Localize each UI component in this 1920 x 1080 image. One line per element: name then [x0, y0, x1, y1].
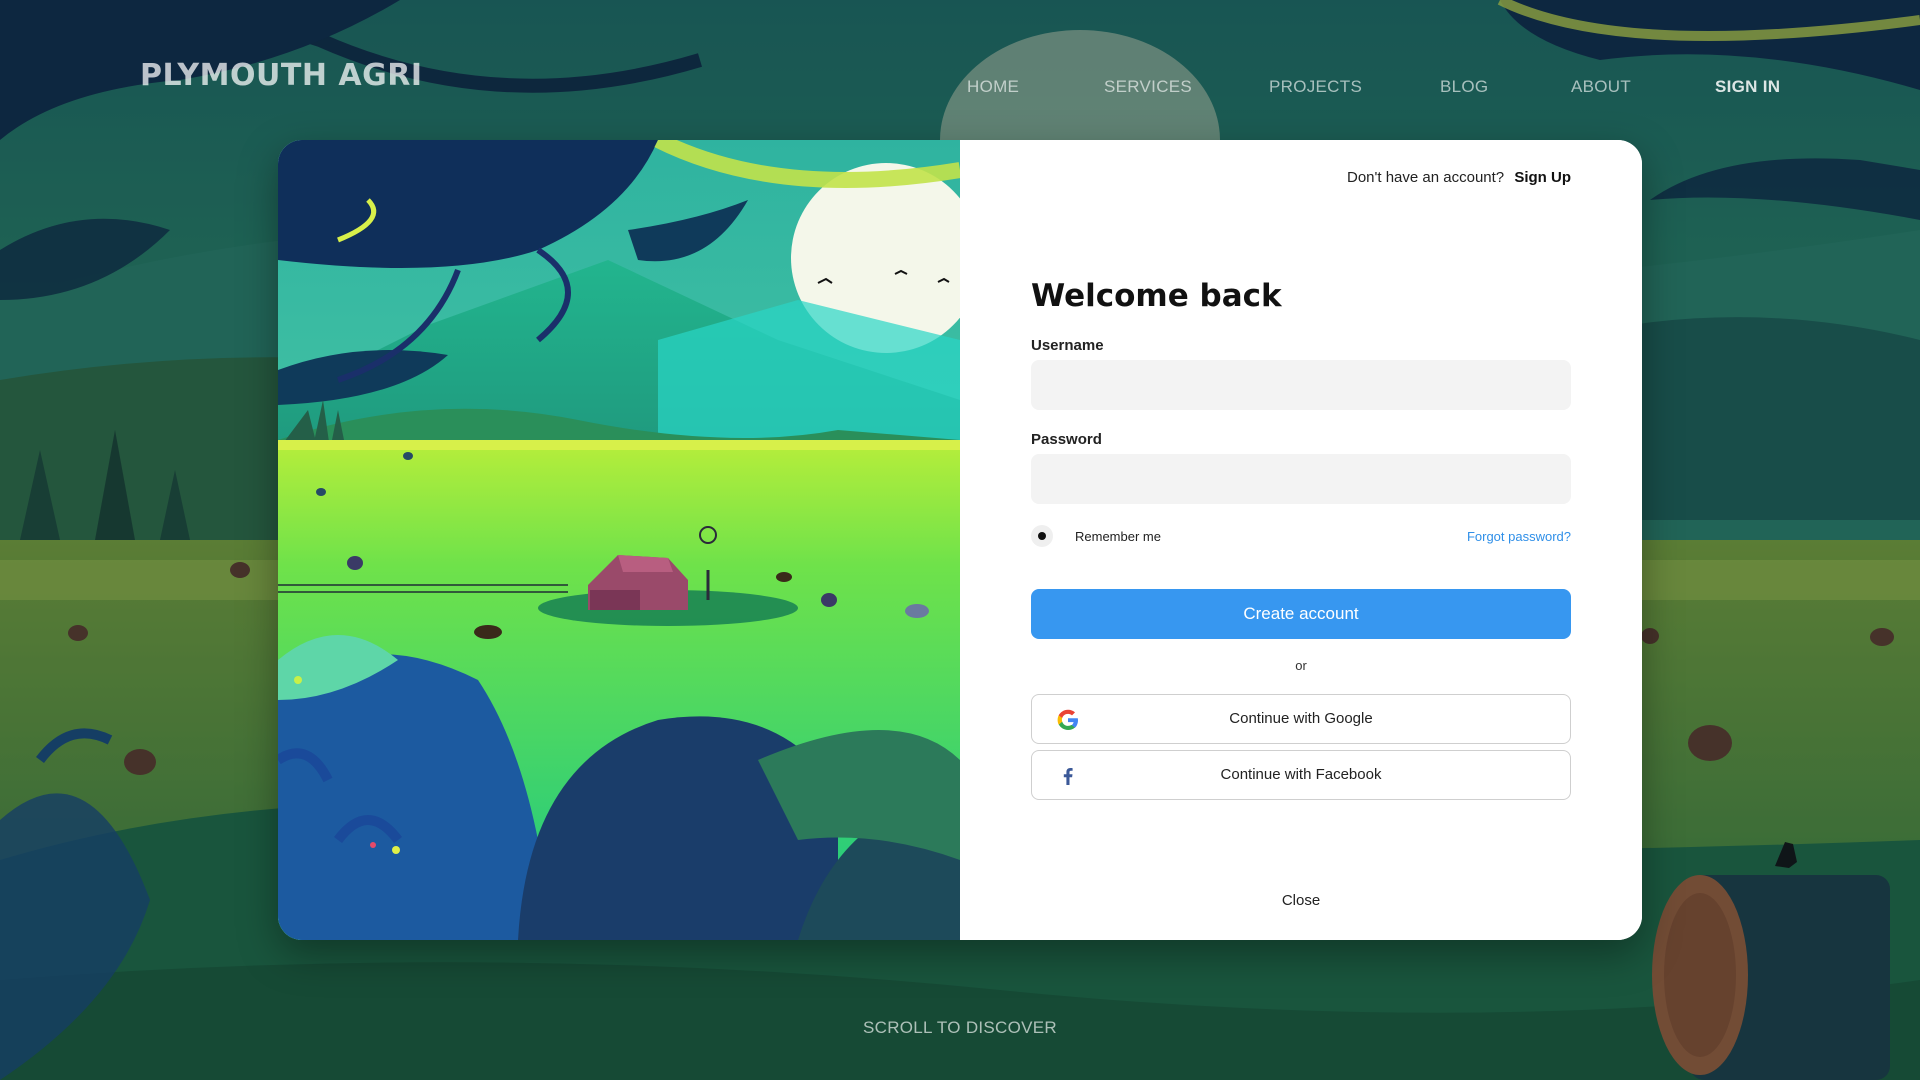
close-button[interactable]: Close [1031, 892, 1571, 909]
password-label: Password [1031, 431, 1102, 448]
google-button-label: Continue with Google [1229, 710, 1373, 727]
login-panel: Don't have an account? Sign Up Welcome b… [960, 140, 1642, 940]
nav-home[interactable]: HOME [967, 77, 1019, 97]
facebook-button-label: Continue with Facebook [1220, 766, 1382, 783]
password-field[interactable] [1031, 454, 1571, 504]
nav-blog[interactable]: BLOG [1440, 77, 1488, 97]
username-label: Username [1031, 337, 1104, 354]
nav-projects[interactable]: PROJECTS [1269, 77, 1362, 97]
remember-me-row: Remember me [1031, 525, 1161, 547]
forgot-password-link[interactable]: Forgot password? [1467, 529, 1571, 544]
nav-sign-in[interactable]: SIGN IN [1715, 77, 1780, 97]
or-divider: or [1295, 658, 1307, 673]
remember-me-toggle[interactable] [1031, 525, 1053, 547]
facebook-signin-button[interactable]: Continue with Facebook [1031, 750, 1571, 800]
username-field[interactable] [1031, 360, 1571, 410]
google-signin-button[interactable]: Continue with Google [1031, 694, 1571, 744]
signup-link[interactable]: Sign Up [1514, 169, 1571, 186]
remember-me-label: Remember me [1075, 528, 1161, 544]
nav-about[interactable]: ABOUT [1571, 77, 1631, 97]
create-account-button[interactable]: Create account [1031, 589, 1571, 639]
farm-illustration [278, 140, 960, 940]
scroll-to-discover[interactable]: SCROLL TO DISCOVER [0, 1018, 1920, 1038]
signup-prompt-text: Don't have an account? [1347, 169, 1505, 186]
signup-prompt-row: Don't have an account? Sign Up [1347, 169, 1571, 186]
main-nav: HOME SERVICES PROJECTS BLOG ABOUT SIGN I… [0, 77, 1920, 99]
login-modal: Don't have an account? Sign Up Welcome b… [278, 140, 1642, 940]
nav-services[interactable]: SERVICES [1104, 77, 1192, 97]
page-title: Welcome back [1031, 278, 1282, 314]
